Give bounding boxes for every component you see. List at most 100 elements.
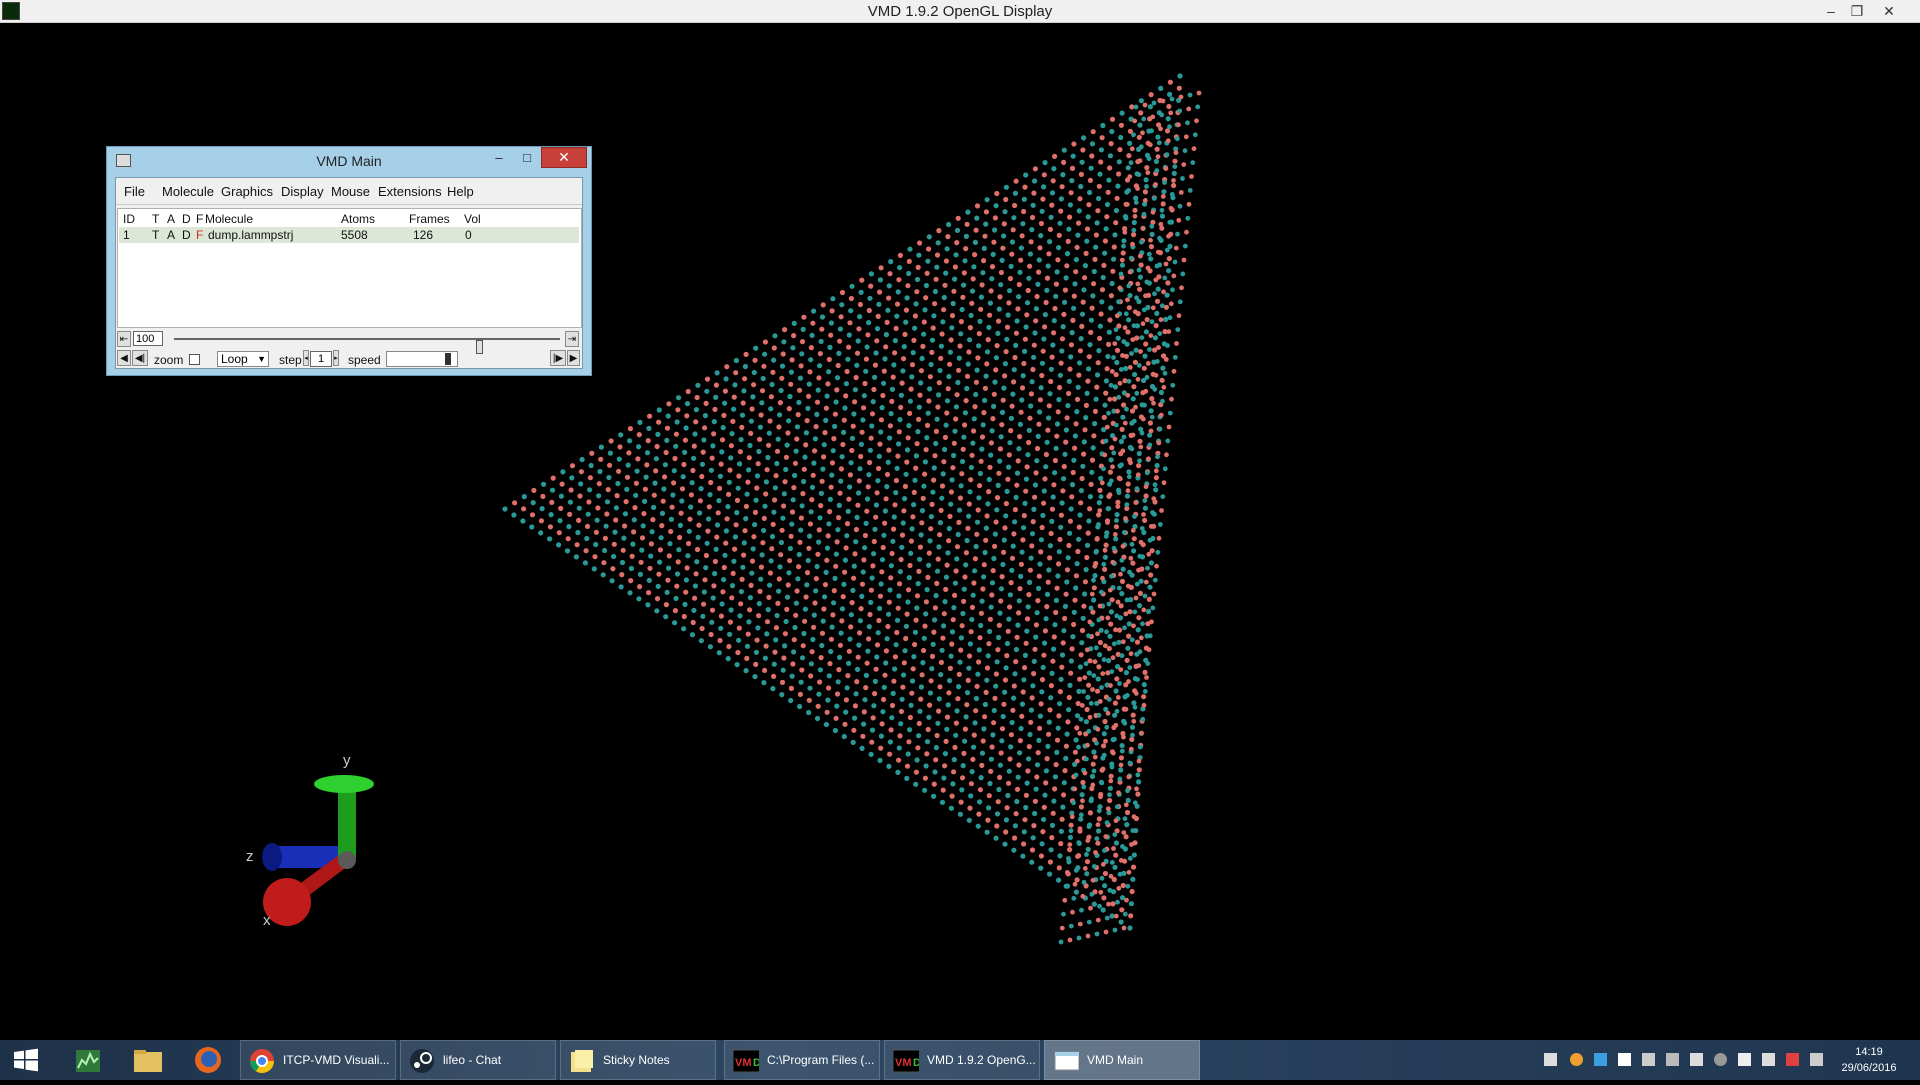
- step-input[interactable]: 1: [310, 351, 332, 367]
- tray-drive-icon[interactable]: [1594, 1053, 1607, 1066]
- taskbar-item-vmd-display[interactable]: VM D VMD 1.9.2 OpenG...: [884, 1040, 1040, 1080]
- tray-app-icon[interactable]: [1544, 1053, 1557, 1066]
- atom: [1142, 353, 1148, 359]
- play-reverse-icon[interactable]: ◀: [117, 350, 131, 366]
- vmd-main-minimize-button[interactable]: –: [487, 149, 511, 167]
- table-row[interactable]: 1 T A D F dump.lammpstrj 5508 126 0: [119, 227, 579, 243]
- frame-slider[interactable]: [174, 338, 560, 354]
- close-button[interactable]: ✕: [1876, 1, 1902, 21]
- atom: [1156, 140, 1162, 146]
- gl-window-titlebar[interactable]: VMD 1.9.2 OpenGL Display – ❐ ✕: [0, 0, 1920, 23]
- goto-end-icon[interactable]: ⇥: [565, 331, 579, 347]
- atom: [1112, 436, 1118, 442]
- col-header-id[interactable]: ID: [123, 212, 135, 226]
- atom: [531, 487, 537, 493]
- atom: [1058, 208, 1064, 214]
- speed-slider-thumb[interactable]: [445, 353, 451, 365]
- col-header-d[interactable]: D: [182, 212, 191, 226]
- start-button[interactable]: [0, 1040, 56, 1080]
- atom: [990, 732, 996, 738]
- tray-settings-icon[interactable]: [1642, 1053, 1655, 1066]
- volume-icon[interactable]: [1810, 1053, 1823, 1066]
- atom: [820, 618, 826, 624]
- atom: [1094, 384, 1100, 390]
- atom: [993, 355, 1000, 361]
- taskbar-item-vmd-main[interactable]: VMD Main: [1044, 1040, 1200, 1080]
- pinned-task-manager[interactable]: [60, 1040, 116, 1080]
- folder-icon[interactable]: [120, 1040, 176, 1080]
- chevron-down-icon[interactable]: ▼: [257, 352, 266, 367]
- atom: [1022, 336, 1028, 342]
- col-header-molecule[interactable]: Molecule: [205, 212, 253, 226]
- menu-mouse[interactable]: Mouse: [331, 184, 370, 199]
- pinned-firefox[interactable]: [180, 1040, 236, 1080]
- windows-logo-icon[interactable]: [0, 1040, 56, 1080]
- atom: [963, 246, 969, 252]
- menu-graphics[interactable]: Graphics: [221, 184, 273, 199]
- zoom-checkbox[interactable]: [189, 354, 200, 365]
- col-header-f[interactable]: F: [196, 212, 203, 226]
- taskbar-item-sticky-notes[interactable]: Sticky Notes: [560, 1040, 716, 1080]
- tray-chrome-icon[interactable]: [1570, 1053, 1583, 1066]
- atom: [1029, 543, 1035, 549]
- mol-top-flag[interactable]: T: [152, 228, 159, 242]
- step-decrement-icon[interactable]: ◂: [303, 350, 309, 366]
- tray-windows-icon[interactable]: [1618, 1053, 1631, 1066]
- tray-network-icon[interactable]: [1690, 1053, 1703, 1066]
- pinned-file-explorer[interactable]: [120, 1040, 176, 1080]
- task-manager-icon[interactable]: [60, 1040, 116, 1080]
- tray-steam-icon[interactable]: [1714, 1053, 1727, 1066]
- vmd-main-window[interactable]: VMD Main – □ ✕ File Molecule Graphics Di…: [106, 146, 592, 376]
- vmd-main-close-button[interactable]: ✕: [541, 147, 587, 168]
- col-header-vol[interactable]: Vol: [464, 212, 481, 226]
- step-forward-icon[interactable]: |▶: [550, 350, 566, 366]
- step-back-icon[interactable]: ◀|: [132, 350, 148, 366]
- col-header-t[interactable]: T: [152, 212, 159, 226]
- speed-slider[interactable]: [386, 351, 458, 367]
- action-center-icon[interactable]: [1786, 1053, 1799, 1066]
- atom: [622, 511, 629, 517]
- atom: [1046, 251, 1052, 257]
- clock[interactable]: 14:19 29/06/2016: [1824, 1044, 1914, 1076]
- cloud-icon[interactable]: [1762, 1053, 1775, 1066]
- atom: [1071, 800, 1076, 806]
- atom: [1124, 897, 1129, 903]
- vmd-main-maximize-button[interactable]: □: [515, 149, 539, 167]
- atom: [1063, 755, 1069, 762]
- loop-mode-select[interactable]: Loop ▼: [217, 351, 269, 367]
- firefox-icon[interactable]: [180, 1040, 236, 1080]
- atom: [1069, 178, 1075, 184]
- atom: [941, 775, 947, 781]
- goto-start-icon[interactable]: ⇤: [117, 331, 131, 347]
- menu-molecule[interactable]: Molecule: [162, 184, 214, 199]
- atom: [912, 477, 918, 483]
- taskbar-item-vmd-console[interactable]: VM D C:\Program Files (...: [724, 1040, 880, 1080]
- atom: [994, 823, 1000, 829]
- atom: [1058, 939, 1064, 945]
- atom: [771, 509, 777, 515]
- signal-icon[interactable]: [1738, 1053, 1751, 1066]
- mol-fixed-flag[interactable]: F: [196, 228, 203, 242]
- menu-file[interactable]: File: [124, 184, 145, 199]
- play-forward-icon[interactable]: ▶: [567, 350, 580, 366]
- step-increment-icon[interactable]: ▸: [333, 350, 339, 366]
- taskbar-item-chrome[interactable]: ITCP-VMD Visuali...: [240, 1040, 396, 1080]
- mol-active-flag[interactable]: A: [167, 228, 175, 242]
- col-header-frames[interactable]: Frames: [409, 212, 450, 226]
- atom: [922, 307, 928, 313]
- molecule-list[interactable]: ID T A D F Molecule Atoms Frames Vol 1 T…: [117, 208, 582, 328]
- atom: [1098, 147, 1104, 153]
- mol-drawn-flag[interactable]: D: [182, 228, 191, 242]
- menu-display[interactable]: Display: [281, 184, 324, 199]
- frame-input[interactable]: 100: [133, 331, 163, 346]
- restore-button[interactable]: ❐: [1844, 1, 1870, 21]
- atom: [953, 720, 960, 726]
- col-header-atoms[interactable]: Atoms: [341, 212, 375, 226]
- col-header-a[interactable]: A: [167, 212, 175, 226]
- menu-help[interactable]: Help: [447, 184, 474, 199]
- atom: [895, 769, 901, 776]
- taskbar-item-steam-chat[interactable]: lifeo - Chat: [400, 1040, 556, 1080]
- menu-extensions[interactable]: Extensions: [378, 184, 442, 199]
- tray-device-icon[interactable]: [1666, 1053, 1679, 1066]
- minimize-button[interactable]: –: [1818, 1, 1844, 21]
